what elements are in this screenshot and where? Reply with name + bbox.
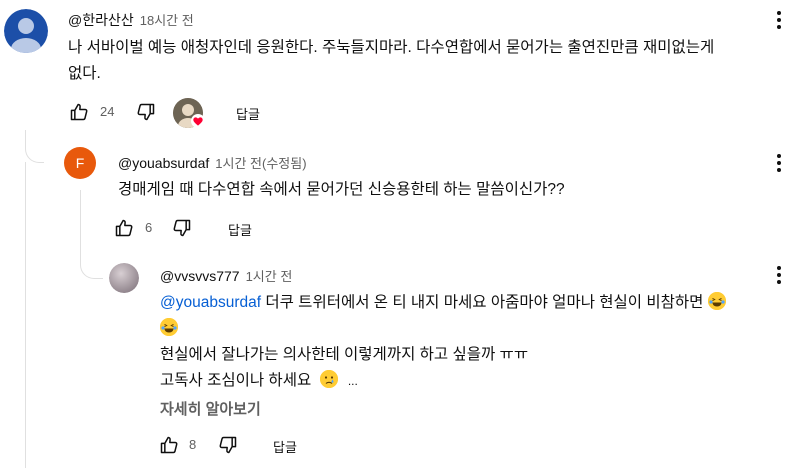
creator-heart-icon — [191, 114, 205, 133]
comment-text: 나 서바이벌 예능 애청자인데 응원한다. 주눅들지마라. 다수연합에서 묻어가… — [68, 35, 714, 87]
comment-text: 경매게임 때 다수연합 속에서 묻어가던 신승용한테 하는 말씀이신가?? — [118, 181, 565, 198]
author-handle[interactable]: @한라산산 — [68, 12, 134, 28]
like-count: 6 — [145, 220, 153, 235]
comment-time[interactable]: 1시간 전 — [246, 269, 293, 284]
read-more-button[interactable]: 자세히 알아보기 — [160, 398, 261, 419]
more-vert-icon[interactable] — [767, 151, 791, 175]
author-handle[interactable]: @youabsurdaf — [118, 155, 209, 171]
crying-emoji — [319, 370, 338, 388]
laughing-emoji — [707, 292, 726, 310]
comment-text-line — [160, 316, 805, 342]
thread-connector — [80, 250, 103, 279]
thread-line — [25, 162, 26, 468]
reply-button[interactable]: 답글 — [236, 104, 260, 123]
thread-line — [80, 190, 81, 250]
comment-text: @youabsurdaf 더쿠 트위터에서 온 티 내지 마세요 아줌마야 얼마… — [160, 290, 805, 394]
reply-button[interactable]: 답글 — [228, 220, 252, 239]
comment-header: @youabsurdaf 1시간 전(수정됨) — [118, 153, 307, 173]
laughing-emoji — [160, 318, 178, 336]
thumb-up-icon[interactable] — [112, 216, 136, 240]
thumb-down-icon[interactable] — [170, 216, 194, 240]
more-vert-icon[interactable] — [767, 263, 791, 287]
comment-text-line: 고독사 조심이나 하세요 ... — [160, 368, 805, 394]
comment-text-line: 현실에서 잘나가는 의사한테 이렇게까지 하고 싶을까 ㅠㅠ — [160, 346, 529, 363]
avatar[interactable] — [4, 9, 48, 53]
thumb-up-icon[interactable] — [157, 433, 181, 457]
avatar[interactable]: F — [64, 147, 96, 179]
like-count: 8 — [189, 437, 197, 452]
comment-time[interactable]: 18시간 전 — [140, 13, 194, 28]
thumb-down-icon[interactable] — [216, 433, 240, 457]
comment-header: @한라산산 18시간 전 — [68, 10, 194, 30]
like-count: 24 — [100, 104, 115, 119]
thumb-up-icon[interactable] — [67, 100, 91, 124]
truncation-ellipsis: ... — [347, 374, 358, 388]
avatar-letter: F — [75, 155, 85, 171]
comment-text-line: 나 서바이벌 예능 애청자인데 응원한다. 주눅들지마라. 다수연합에서 묻어가… — [68, 39, 715, 56]
avatar-image — [4, 9, 48, 53]
reply-button[interactable]: 답글 — [273, 437, 297, 456]
avatar[interactable] — [109, 263, 139, 293]
comment-time[interactable]: 1시간 전(수정됨) — [215, 156, 306, 171]
comment-text-span: 고독사 조심이나 하세요 — [160, 372, 312, 389]
author-handle[interactable]: @vvsvvs777 — [160, 268, 240, 284]
mention-link[interactable]: @youabsurdaf — [160, 294, 261, 311]
thumb-down-icon[interactable] — [134, 100, 158, 124]
comment-text-span: 더쿠 트위터에서 온 티 내지 마세요 아줌마야 얼마나 현실이 비참하면 — [261, 294, 704, 311]
comment-text-line: 없다. — [68, 65, 101, 82]
thread-connector — [25, 130, 44, 163]
more-vert-icon[interactable] — [767, 8, 791, 32]
comment-text-line: @youabsurdaf 더쿠 트위터에서 온 티 내지 마세요 아줌마야 얼마… — [160, 290, 805, 316]
comment-header: @vvsvvs777 1시간 전 — [160, 266, 292, 286]
